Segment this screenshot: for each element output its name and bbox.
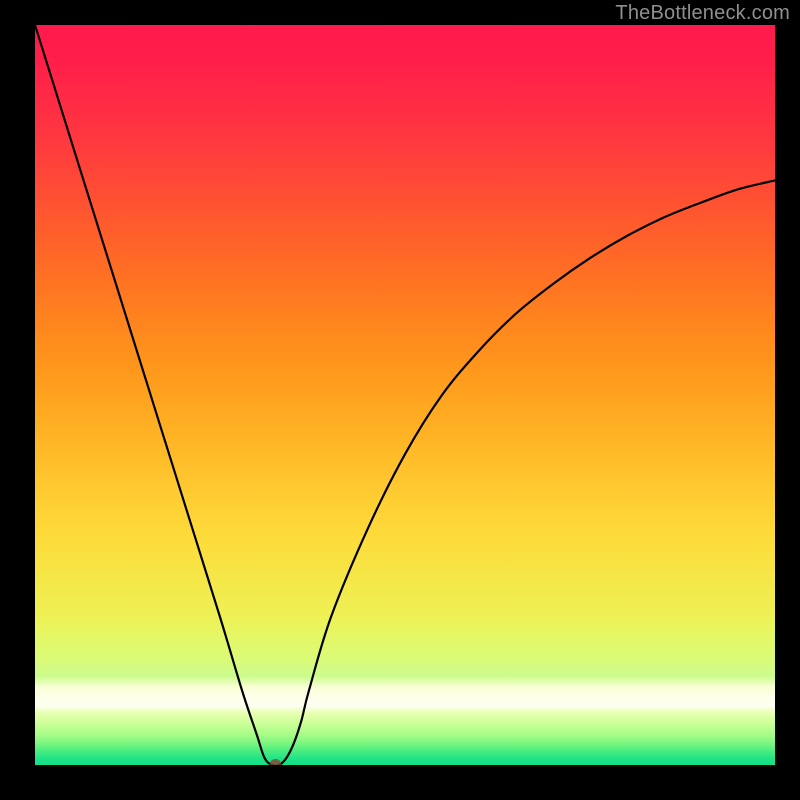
optimal-point-dot bbox=[270, 759, 282, 765]
bottleneck-curve bbox=[35, 25, 775, 765]
watermark-text: TheBottleneck.com bbox=[615, 2, 790, 25]
curve-layer bbox=[35, 25, 775, 765]
plot-area bbox=[35, 25, 775, 765]
chart-frame: TheBottleneck.com bbox=[0, 0, 800, 800]
